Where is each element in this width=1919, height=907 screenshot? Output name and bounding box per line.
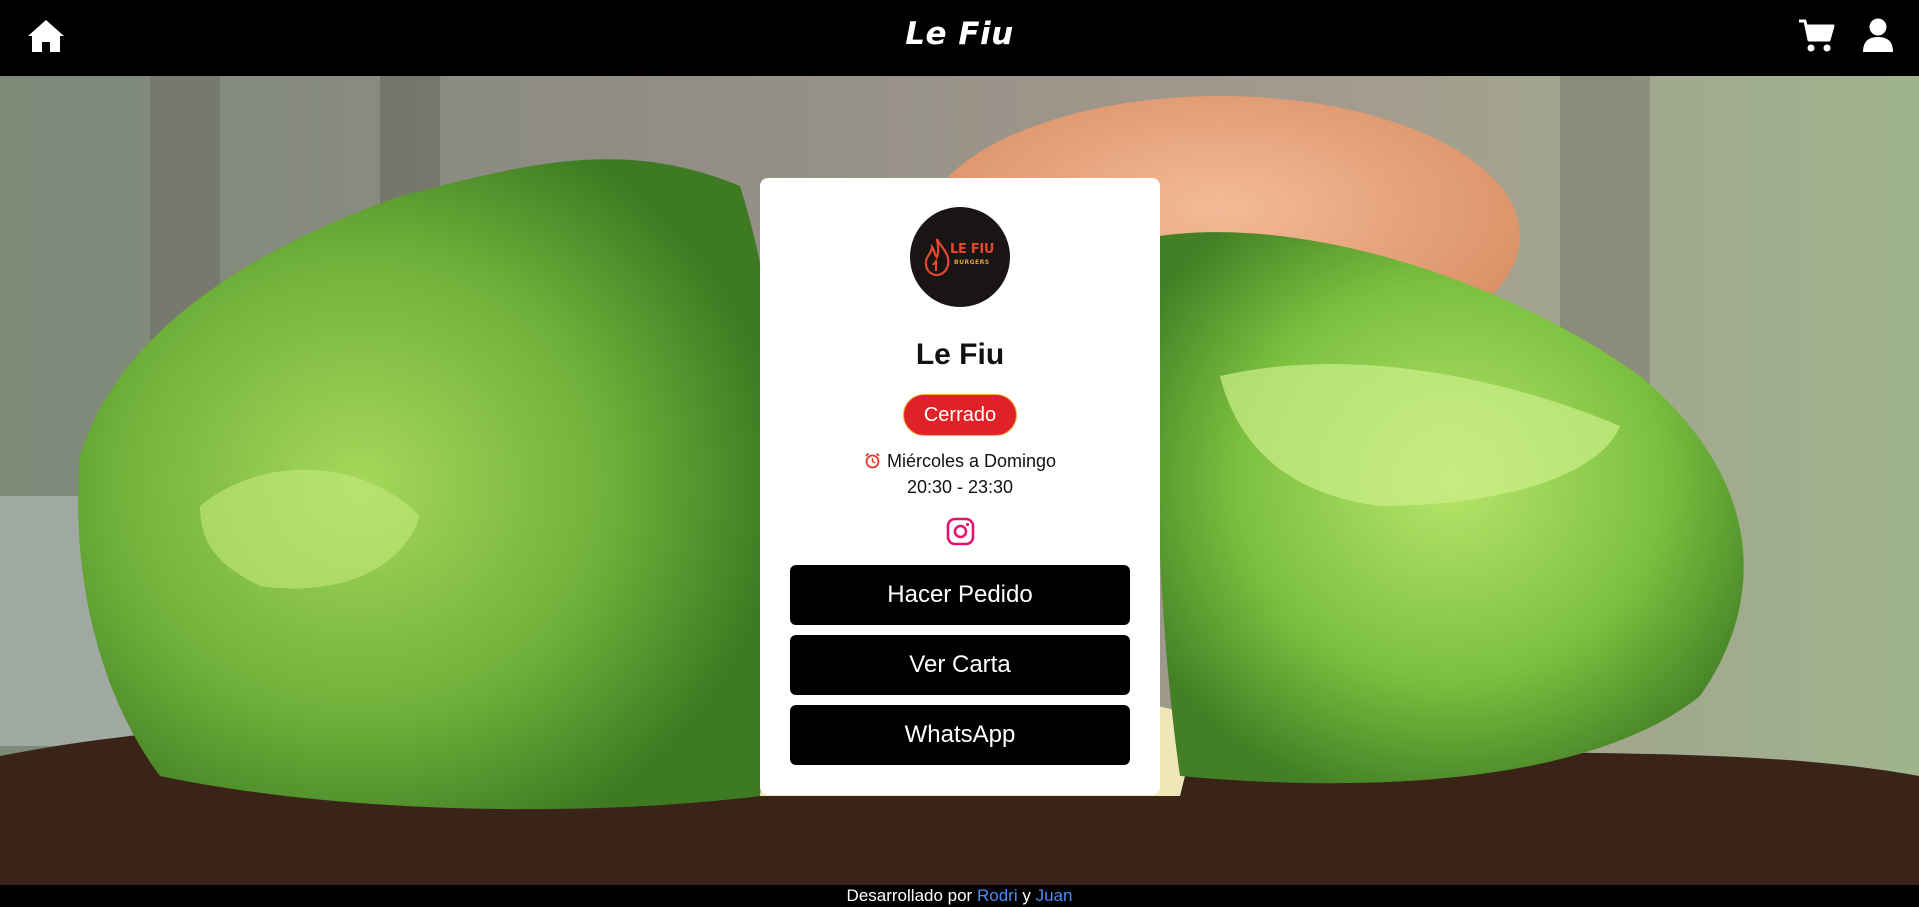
footer-prefix: Desarrollado por — [846, 886, 973, 905]
whatsapp-button[interactable]: WhatsApp — [790, 705, 1130, 765]
instagram-icon[interactable] — [946, 517, 975, 546]
author-link-rodri[interactable]: Rodri — [977, 886, 1018, 905]
schedule-time: 20:30 - 23:30 — [906, 477, 1014, 497]
restaurant-logo: LE FIU BURGERS — [910, 207, 1010, 307]
logo-sub-text: BURGERS — [954, 259, 990, 266]
footer-joiner: y — [1022, 886, 1031, 905]
author-link-juan[interactable]: Juan — [1036, 886, 1073, 905]
logo-main-text: LE FIU — [950, 242, 995, 257]
user-icon[interactable] — [1861, 17, 1895, 53]
restaurant-name: Le Fiu — [915, 338, 1005, 371]
schedule-days: Miércoles a Domingo — [886, 451, 1057, 471]
order-button[interactable]: Hacer Pedido — [790, 565, 1130, 625]
hero-section: LE FIU BURGERS Le Fiu Cerrado Miércoles … — [0, 76, 1919, 885]
brand-title: Le Fiu — [905, 16, 1014, 52]
status-badge: Cerrado — [903, 394, 1017, 436]
restaurant-card: LE FIU BURGERS Le Fiu Cerrado Miércoles … — [760, 178, 1160, 795]
cart-icon[interactable] — [1797, 18, 1835, 54]
schedule-days-row: Miércoles a Domingo — [760, 451, 1160, 472]
footer: Desarrollado por Rodri y Juan — [0, 885, 1919, 907]
top-navbar: Le Fiu — [0, 0, 1919, 76]
flame-icon — [924, 238, 950, 277]
view-menu-button[interactable]: Ver Carta — [790, 635, 1130, 695]
alarm-clock-icon — [865, 452, 880, 469]
